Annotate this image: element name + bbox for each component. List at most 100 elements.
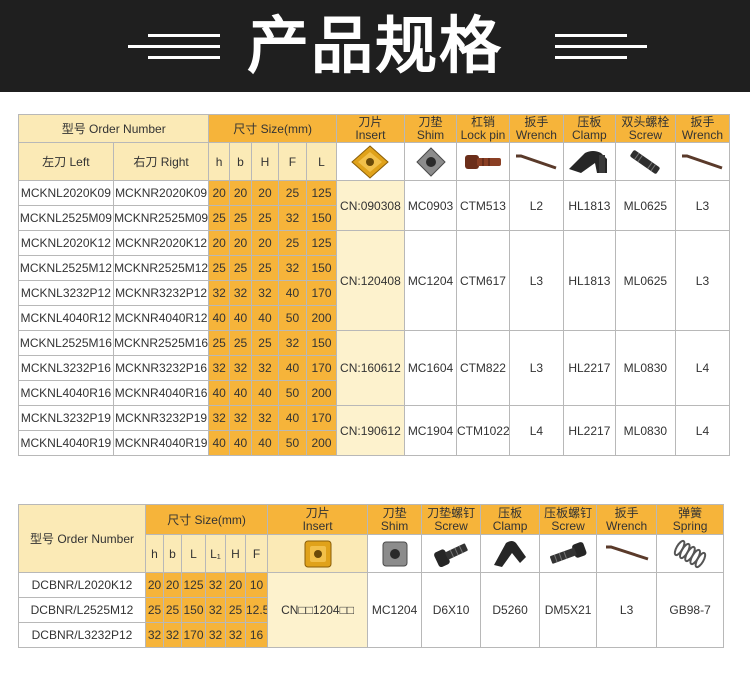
screw-image-cell <box>614 142 676 181</box>
left-model-cell: MCKNL2525M16 <box>18 330 114 356</box>
dimension-cell: 32 <box>208 355 230 381</box>
left-model-cell: MCKNL2525M09 <box>18 205 114 231</box>
dimension-cell: 20 <box>145 572 164 598</box>
insert-value-cell: CN:160612 <box>335 330 406 406</box>
clampscrew-value-cell-2: DM5X21 <box>539 572 598 648</box>
dimension-cell: 50 <box>277 430 308 456</box>
spring-icon <box>673 539 707 568</box>
dimension-cell: 50 <box>277 380 308 406</box>
right-model-cell: MCKNR3232P16 <box>112 355 210 381</box>
header-dim-b-2: b <box>163 534 182 573</box>
wrench2-value-cell: L3 <box>674 230 731 331</box>
screw-value-cell: ML0625 <box>614 230 676 331</box>
wrench-image-cell <box>508 142 564 181</box>
dimension-cell: 40 <box>228 430 253 456</box>
wrench2-value-cell: L4 <box>674 405 731 456</box>
dimension-cell: 20 <box>163 572 182 598</box>
shim-value-cell-2: MC1204 <box>367 572 423 648</box>
wrench-value-cell-2: L3 <box>596 572 658 648</box>
insert-value-cell: CN:090308 <box>335 180 406 231</box>
dimension-cell: 40 <box>208 380 230 406</box>
header-wrench-2: 扳手 Wrench <box>674 114 731 143</box>
dimension-cell: 25 <box>228 255 253 281</box>
dimension-cell: 32 <box>277 330 308 356</box>
dimension-cell: 32 <box>205 597 226 623</box>
insert-icon <box>351 144 390 179</box>
dimension-cell: 40 <box>251 430 279 456</box>
wrench2-value-cell: L4 <box>674 330 731 406</box>
lockpin-value-cell: CTM617 <box>455 230 510 331</box>
header-clamp: 压板 Clamp <box>562 114 616 143</box>
right-model-cell: MCKNR2020K12 <box>112 230 210 256</box>
spring-value-cell-2: GB98-7 <box>656 572 725 648</box>
header-spring: 弹簧 Spring <box>656 504 725 535</box>
dimension-cell: 32 <box>228 405 253 431</box>
lock-pin-icon <box>464 154 501 169</box>
table-row: MCKNL2020K12 MCKNR2020K12 20 20 20 25 125 CN:12… <box>18 230 731 331</box>
dimension-cell: 40 <box>228 380 253 406</box>
dimension-cell: 25 <box>208 205 230 231</box>
dimension-cell: 40 <box>228 305 253 331</box>
dimension-cell: 40 <box>251 305 279 331</box>
right-model-cell: MCKNR4040R16 <box>112 380 210 406</box>
wrench2-value-cell: L3 <box>674 180 731 231</box>
dimension-cell: 40 <box>208 305 230 331</box>
header-shim-2: 刀垫 Shim <box>367 504 423 535</box>
lock-pin-image-cell <box>455 142 510 181</box>
spec-table-mckn: 型号 Order Number 尺寸 Size(mm) 刀片 Insert 刀垫 S… <box>17 114 731 456</box>
dimension-cell: 20 <box>208 180 230 206</box>
shim-value-cell: MC1904 <box>404 405 457 456</box>
header-dim-F-2: F <box>244 534 269 573</box>
dimension-cell: 20 <box>228 180 253 206</box>
dimension-cell: 32 <box>251 355 279 381</box>
dimension-cell: 32 <box>225 622 246 648</box>
header-dim-h-2: h <box>145 534 164 573</box>
insert-value-cell: CN:190612 <box>335 405 406 456</box>
dimension-cell: 20 <box>208 230 230 256</box>
dimension-cell: 25 <box>208 330 230 356</box>
header-screw: 双头螺栓 Screw <box>614 114 676 143</box>
wrench-image-cell-3 <box>596 534 658 573</box>
dimension-cell: 170 <box>181 622 206 648</box>
screw-value-cell: ML0625 <box>614 180 676 231</box>
dimension-cell: 20 <box>251 230 279 256</box>
banner-decoration-right <box>555 34 665 60</box>
header-insert-2: 刀片 Insert <box>267 504 369 535</box>
shim-icon <box>415 146 446 177</box>
dimension-cell: 150 <box>306 330 337 356</box>
left-model-cell: MCKNL2020K09 <box>18 180 114 206</box>
wrench-value-cell: L2 <box>508 180 564 231</box>
left-model-cell: MCKNL2020K12 <box>18 230 114 256</box>
wrench-value-cell: L3 <box>508 330 564 406</box>
right-model-cell: MCKNR3232P12 <box>112 280 210 306</box>
model-cell: DCBNR/L2525M12 <box>18 597 146 623</box>
spring-image-cell <box>656 534 725 573</box>
dimension-cell: 32 <box>251 405 279 431</box>
shim-value-cell: MC1604 <box>404 330 457 406</box>
dimension-cell: 25 <box>228 205 253 231</box>
dimension-cell: 150 <box>306 255 337 281</box>
dimension-cell: 32 <box>163 622 182 648</box>
right-model-cell: MCKNR4040R12 <box>112 305 210 331</box>
header-dim-H-2: H <box>225 534 246 573</box>
wrench-3-icon <box>605 545 649 560</box>
lockpin-value-cell: CTM822 <box>455 330 510 406</box>
clamp-value-cell-2: D5260 <box>480 572 541 648</box>
dimension-cell: 32 <box>228 280 253 306</box>
clamp-value-cell: HL1813 <box>562 180 616 231</box>
shim-image-cell <box>404 142 457 181</box>
dimension-cell: 25 <box>163 597 182 623</box>
right-model-cell: MCKNR2525M16 <box>112 330 210 356</box>
shim-square-icon <box>382 541 408 566</box>
dimension-cell: 25 <box>277 180 308 206</box>
dimension-cell: 200 <box>306 305 337 331</box>
dimension-cell: 170 <box>306 355 337 381</box>
dimension-cell: 170 <box>306 280 337 306</box>
wrench-icon <box>516 154 557 169</box>
header-order-number-2: 型号 Order Number <box>18 504 146 573</box>
dimension-cell: 125 <box>306 230 337 256</box>
header-clamp-screw: 压板螺钉 Screw <box>539 504 598 535</box>
wrench-value-cell: L3 <box>508 230 564 331</box>
shim-screw-image-cell <box>421 534 482 573</box>
insert-image-cell-2 <box>267 534 369 573</box>
